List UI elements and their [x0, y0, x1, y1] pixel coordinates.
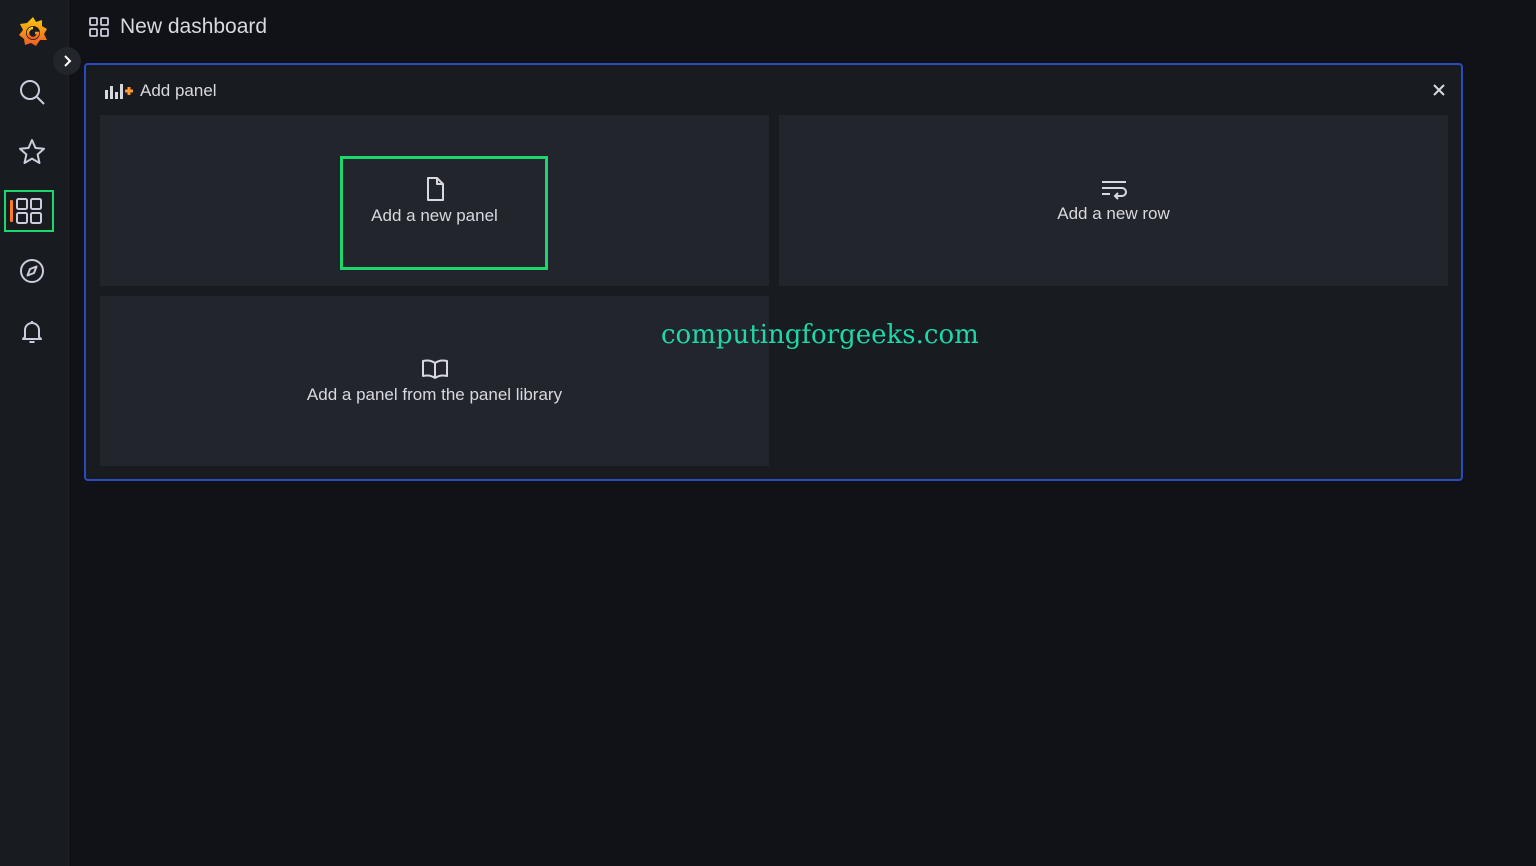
sidebar [0, 0, 81, 866]
add-panel-icon [105, 84, 133, 99]
chevron-right-icon [64, 55, 72, 67]
add-panel-widget: Add panel Add a new panel Add a new row … [84, 63, 1463, 481]
sidebar-item-explore[interactable] [10, 251, 54, 291]
add-panel-header: Add panel [104, 81, 217, 101]
highlight-box [340, 156, 548, 270]
grafana-logo-icon[interactable] [16, 14, 50, 50]
close-icon [1433, 84, 1445, 96]
book-icon [421, 359, 448, 379]
bell-icon [22, 321, 42, 343]
add-panel-title: Add panel [140, 81, 217, 100]
add-new-row-label: Add a new row [1057, 203, 1170, 223]
sidebar-item-dashboards[interactable] [4, 190, 54, 232]
active-indicator [10, 200, 13, 222]
compass-icon [20, 259, 44, 283]
dashboard-grid-icon [89, 17, 109, 37]
watermark-text: computingforgeeks.com [661, 320, 979, 350]
sidebar-item-alerting[interactable] [10, 311, 54, 351]
row-wrap-icon [1101, 180, 1127, 200]
dashboard-header: New dashboard [88, 12, 267, 42]
search-icon [20, 80, 45, 105]
sidebar-item-starred[interactable] [10, 132, 54, 172]
dashboards-icon [16, 198, 42, 224]
add-new-row-option[interactable]: Add a new row [779, 115, 1448, 286]
sidebar-item-search[interactable] [10, 72, 54, 112]
add-new-panel-option[interactable]: Add a new panel [100, 115, 769, 286]
add-panel-from-library-label: Add a panel from the panel library [306, 385, 563, 404]
page-title[interactable]: New dashboard [120, 15, 267, 39]
expand-sidebar-button[interactable] [53, 47, 81, 75]
star-icon [19, 139, 45, 164]
close-button[interactable] [1429, 81, 1449, 101]
